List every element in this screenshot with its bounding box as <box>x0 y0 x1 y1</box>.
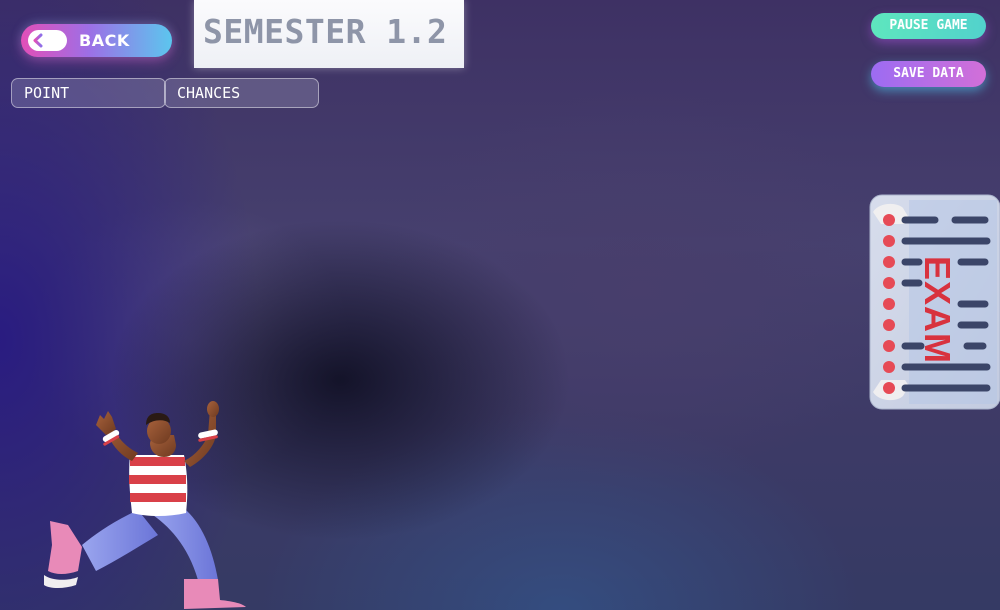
exam-bullets <box>883 214 895 394</box>
back-label: BACK <box>79 31 130 50</box>
pause-game-button[interactable]: PAUSE GAME <box>871 13 986 39</box>
point-display: POINT <box>11 78 166 108</box>
save-data-button[interactable]: SAVE DATA <box>871 61 986 87</box>
exam-label: EXAM <box>917 256 958 364</box>
chances-display: CHANCES <box>164 78 319 108</box>
arrow-left-icon <box>28 30 67 51</box>
back-button[interactable]: BACK <box>21 24 172 57</box>
exam-paper[interactable]: EXAM <box>869 194 1000 410</box>
level-title: SEMESTER 1.2 <box>203 12 448 51</box>
student-character <box>44 401 246 609</box>
level-banner: SEMESTER 1.2 <box>194 0 464 68</box>
